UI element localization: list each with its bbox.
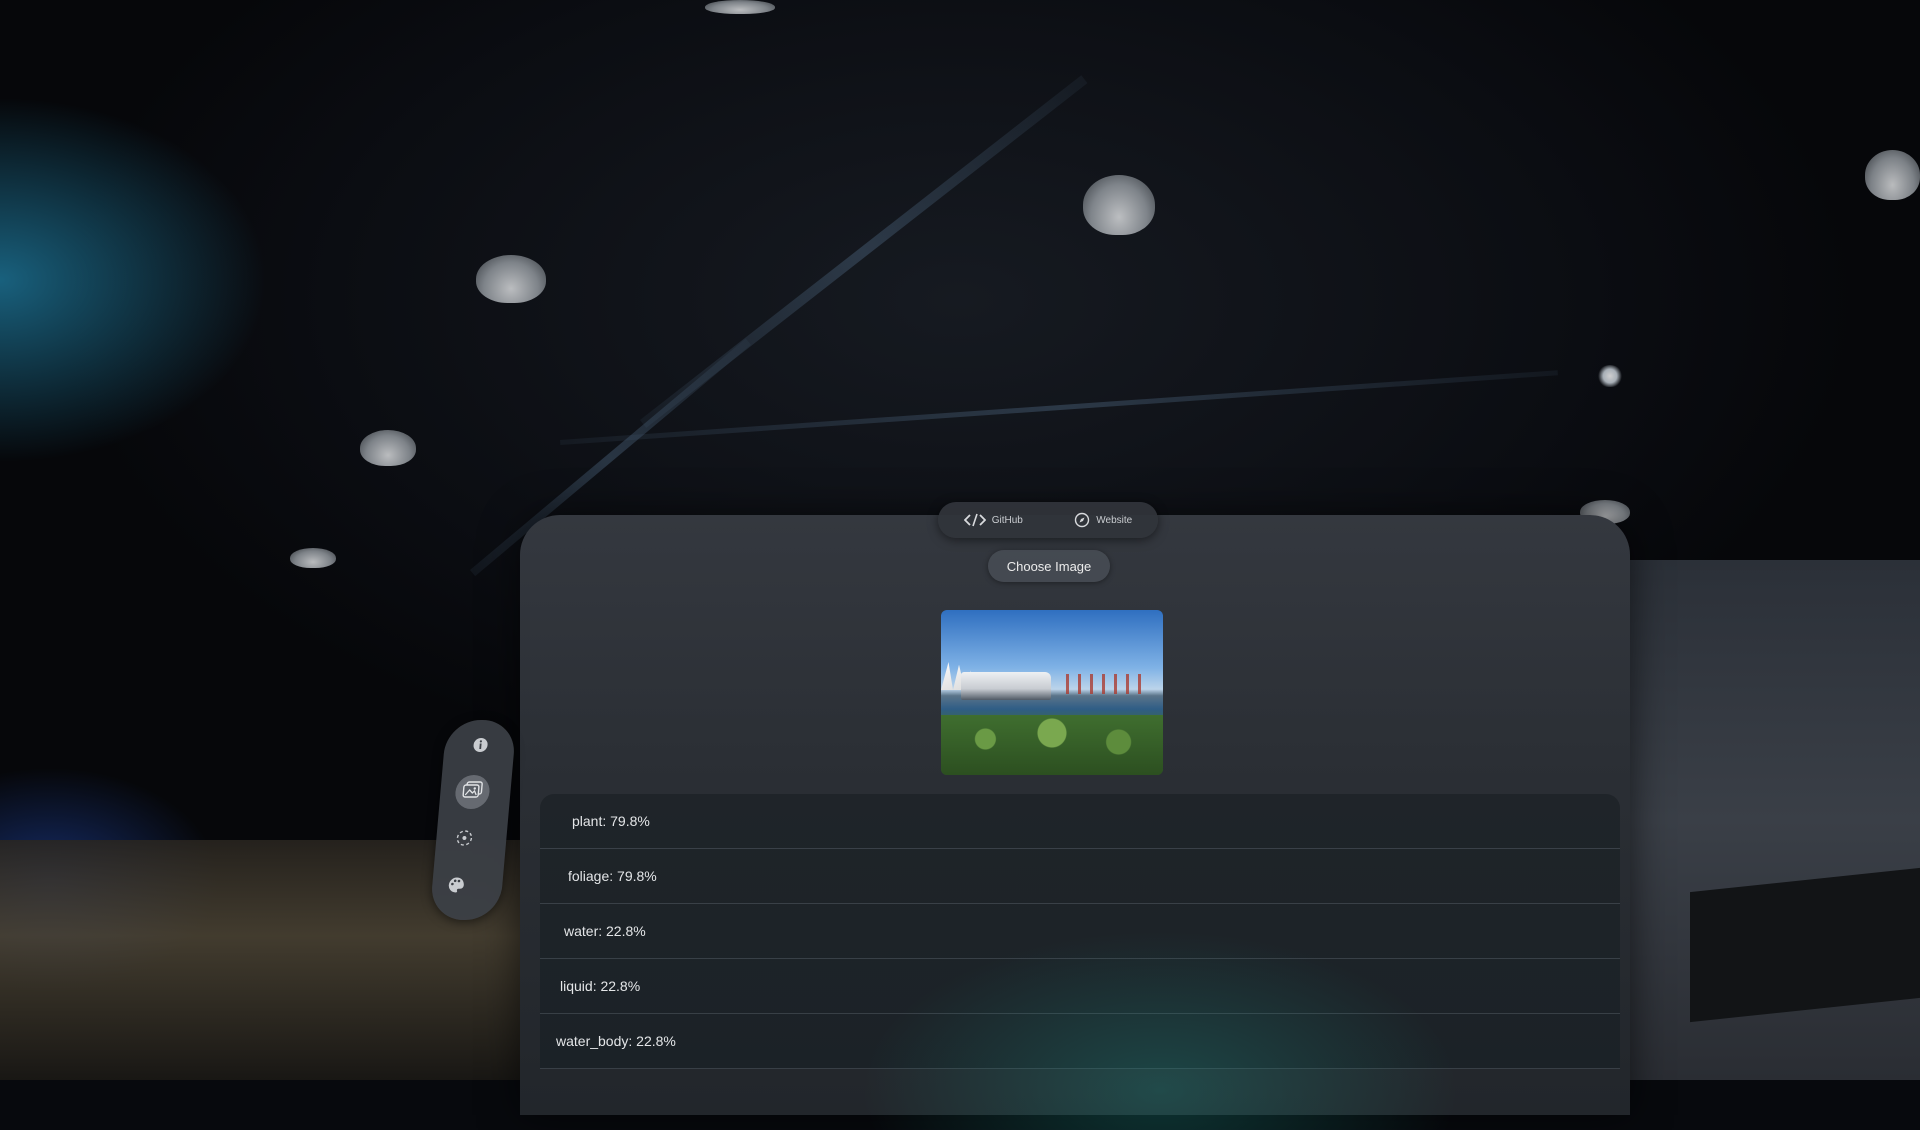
tab-palette[interactable] — [438, 870, 475, 904]
result-row: water_body: 22.8% — [540, 1014, 1620, 1069]
code-icon — [963, 513, 986, 527]
website-button[interactable]: Website — [1074, 512, 1132, 528]
window-ornament: GitHub Website — [938, 502, 1158, 538]
result-row: water: 22.8% — [540, 904, 1620, 959]
result-label: plant: 79.8% — [572, 813, 650, 829]
info-icon — [471, 737, 489, 758]
result-label: liquid: 22.8% — [560, 978, 641, 994]
ceiling-light — [1597, 365, 1623, 387]
wall-screen — [1690, 867, 1920, 1023]
results-list: plant: 79.8% foliage: 79.8% water: 22.8%… — [540, 794, 1620, 1069]
compass-icon — [1074, 512, 1090, 528]
result-label: water_body: 22.8% — [556, 1033, 676, 1049]
image-bushes — [941, 715, 1163, 775]
result-row: plant: 79.8% — [540, 794, 1620, 849]
github-button[interactable]: GitHub — [963, 513, 1023, 527]
ceiling-beam — [560, 370, 1558, 445]
choose-image-button[interactable]: Choose Image — [988, 550, 1110, 582]
ceiling-lamp — [290, 548, 336, 568]
palette-icon — [446, 876, 466, 899]
photo-icon — [461, 780, 483, 804]
ceiling-lamp — [476, 255, 546, 303]
image-ship — [961, 672, 1051, 700]
result-row: liquid: 22.8% — [540, 959, 1620, 1014]
ceiling-lamp — [360, 430, 416, 466]
ceiling-lamp — [1083, 175, 1155, 235]
tab-detection[interactable] — [446, 823, 483, 857]
tab-photo[interactable] — [453, 775, 491, 809]
selected-image — [941, 610, 1163, 775]
result-row: foliage: 79.8% — [540, 849, 1620, 904]
image-cranes — [1066, 674, 1146, 694]
ceiling-lamp — [1865, 150, 1920, 200]
ceiling-lamp — [705, 0, 775, 14]
result-label: foliage: 79.8% — [568, 868, 657, 884]
github-label: GitHub — [991, 514, 1023, 526]
tab-info[interactable] — [462, 730, 499, 764]
detection-icon — [454, 829, 474, 852]
result-label: water: 22.8% — [564, 923, 646, 939]
website-label: Website — [1096, 514, 1133, 526]
